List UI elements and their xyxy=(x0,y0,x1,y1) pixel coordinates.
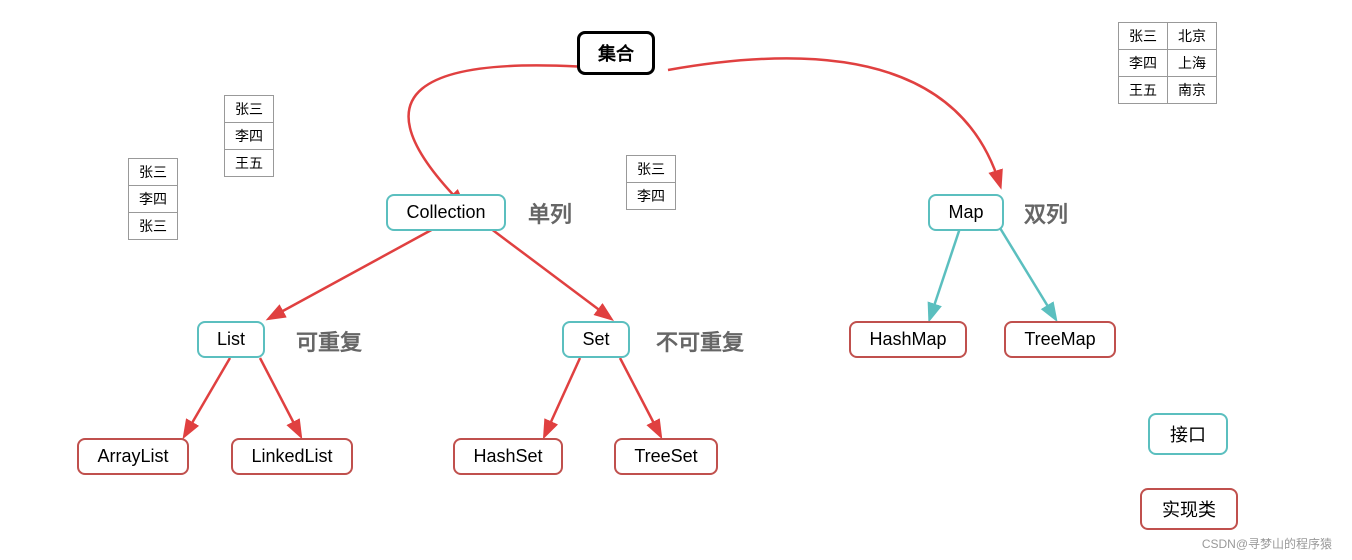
set-label: Set xyxy=(562,321,629,358)
diagram-container: 集合 Collection 单列 Map 双列 List 可重复 Set 不可重… xyxy=(0,0,1352,560)
list-label: List xyxy=(197,321,265,358)
linkedlist-label: LinkedList xyxy=(231,438,352,475)
table-cell: 张三 xyxy=(225,96,274,123)
table-row: 李四 xyxy=(129,186,178,213)
treeset-label: TreeSet xyxy=(614,438,717,475)
collection-label: Collection xyxy=(386,194,505,231)
table-cell: 南京 xyxy=(1168,77,1217,104)
table-cell: 李四 xyxy=(129,186,178,213)
table-top-right: 张三 北京 李四 上海 王五 南京 xyxy=(1118,22,1217,104)
table-row: 张三 xyxy=(129,159,178,186)
table-cell: 王五 xyxy=(225,150,274,177)
table-row: 李四 xyxy=(225,123,274,150)
table-row: 张三 北京 xyxy=(1119,23,1217,50)
legend-interface-label: 接口 xyxy=(1170,425,1206,445)
hashmap-node: HashMap xyxy=(848,315,968,363)
watermark: CSDN@寻梦山的程序猿 xyxy=(1202,535,1332,552)
map-node: Map xyxy=(916,188,1016,236)
legend-impl-box: 实现类 xyxy=(1140,488,1238,530)
hashset-label: HashSet xyxy=(453,438,562,475)
linkedlist-node: LinkedList xyxy=(222,432,362,480)
arraylist-node: ArrayList xyxy=(68,432,198,480)
table-mid-center: 张三 李四 xyxy=(626,155,676,210)
table-cell: 张三 xyxy=(1119,23,1168,50)
table-row: 李四 xyxy=(627,183,676,210)
table-row: 张三 xyxy=(627,156,676,183)
treemap-node: TreeMap xyxy=(1000,315,1120,363)
table-row: 张三 xyxy=(129,213,178,240)
table-mid-left-small: 张三 李四 张三 xyxy=(128,158,178,240)
table-cell: 张三 xyxy=(627,156,676,183)
table-cell: 李四 xyxy=(627,183,676,210)
hashmap-label: HashMap xyxy=(849,321,966,358)
legend-interface-box: 接口 xyxy=(1148,413,1228,455)
repeatable-label: 可重复 xyxy=(296,325,362,357)
table-cell: 王五 xyxy=(1119,77,1168,104)
map-label: Map xyxy=(928,194,1003,231)
collection-node: Collection xyxy=(376,188,516,236)
single-col-label: 单列 xyxy=(528,197,572,229)
hashset-node: HashSet xyxy=(448,432,568,480)
table-cell: 李四 xyxy=(225,123,274,150)
table-row: 张三 xyxy=(225,96,274,123)
list-node: List xyxy=(176,315,286,363)
arraylist-label: ArrayList xyxy=(77,438,188,475)
table-cell: 张三 xyxy=(129,159,178,186)
table-row: 王五 南京 xyxy=(1119,77,1217,104)
collection-root-node: 集合 xyxy=(556,28,676,78)
treeset-node: TreeSet xyxy=(606,432,726,480)
table-mid-left-large: 张三 李四 王五 xyxy=(224,95,274,177)
table-row: 王五 xyxy=(225,150,274,177)
treemap-label: TreeMap xyxy=(1004,321,1115,358)
table-cell: 上海 xyxy=(1168,50,1217,77)
no-repeat-label: 不可重复 xyxy=(656,325,744,357)
table-cell: 北京 xyxy=(1168,23,1217,50)
table-cell: 张三 xyxy=(129,213,178,240)
legend-impl-label: 实现类 xyxy=(1162,500,1216,520)
double-col-label: 双列 xyxy=(1024,197,1068,229)
table-cell: 李四 xyxy=(1119,50,1168,77)
set-node: Set xyxy=(546,315,646,363)
collection-root-label: 集合 xyxy=(577,31,655,75)
table-row: 李四 上海 xyxy=(1119,50,1217,77)
